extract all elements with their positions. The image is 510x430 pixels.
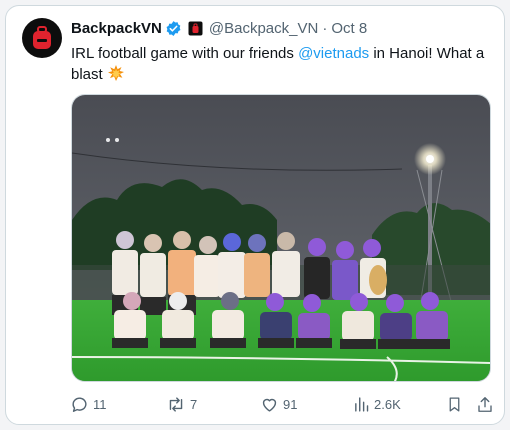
post-date[interactable]: Oct 8 <box>331 20 367 37</box>
verified-badge-icon <box>165 20 182 37</box>
reply-button[interactable]: 11 <box>70 393 107 415</box>
like-icon <box>262 398 277 412</box>
display-name[interactable]: BackpackVN <box>71 20 162 37</box>
affiliate-badge-icon[interactable] <box>188 21 203 36</box>
mention-link[interactable]: @vietnads <box>298 45 369 62</box>
share-icon <box>478 396 492 412</box>
share-button[interactable] <box>476 393 494 415</box>
tweet-card[interactable]: BackpackVN @Backpack_VN · Oct 8 IRL foot… <box>5 5 505 425</box>
like-count: 91 <box>283 396 298 412</box>
backpack-logo-icon <box>33 26 51 49</box>
repost-count: 7 <box>190 396 198 412</box>
views-count: 2.6K <box>374 396 401 412</box>
post-photo[interactable] <box>71 94 491 382</box>
football-team-photo <box>72 95 490 381</box>
tweet-header: BackpackVN @Backpack_VN · Oct 8 <box>71 18 367 38</box>
separator-dot: · <box>322 19 328 37</box>
handle[interactable]: @Backpack_VN <box>209 20 318 37</box>
tweet-text-before: IRL football game with our friends <box>71 45 299 62</box>
collision-emoji-icon <box>107 64 125 88</box>
repost-icon <box>169 396 183 412</box>
action-bar: 11 7 91 2.6K <box>66 393 498 415</box>
repost-button[interactable]: 7 <box>166 393 197 415</box>
avatar[interactable] <box>22 18 62 58</box>
views-icon <box>355 396 369 412</box>
bookmark-icon <box>449 396 460 412</box>
reply-icon <box>72 396 87 412</box>
tweet-text: IRL football game with our friends @viet… <box>71 43 496 88</box>
views-button[interactable]: 2.6K <box>353 393 401 415</box>
reply-count: 11 <box>93 396 107 412</box>
like-button[interactable]: 91 <box>260 393 297 415</box>
bookmark-button[interactable] <box>446 393 463 415</box>
